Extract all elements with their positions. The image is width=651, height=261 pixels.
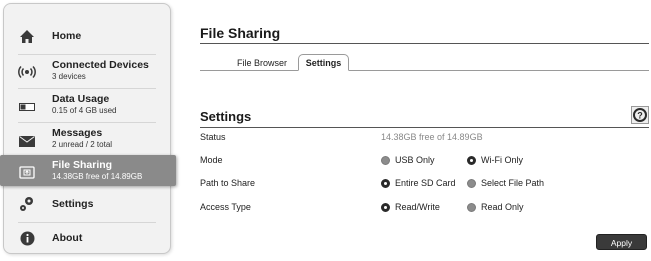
page-title: File Sharing (200, 25, 281, 41)
file-sharing-card-icon (18, 163, 36, 181)
wifi-signal-icon (18, 63, 36, 81)
title-divider (200, 43, 649, 44)
envelope-icon (18, 132, 36, 150)
divider (18, 88, 156, 89)
sidebar-item-settings[interactable]: Settings (4, 190, 170, 218)
tab-settings[interactable]: Settings (298, 54, 349, 71)
radio-label: Select File Path (481, 178, 545, 188)
tab-file-browser[interactable]: File Browser (228, 56, 296, 71)
radio-unselected-icon (381, 155, 390, 165)
radio-selected-icon (381, 178, 390, 188)
mode-wifi-only-radio[interactable]: Wi-Fi Only (467, 155, 523, 165)
sidebar-item-file-sharing[interactable]: File Sharing 14.38GB free of 14.89GB (0, 155, 176, 186)
home-icon (18, 27, 36, 45)
radio-label: Read/Write (395, 202, 440, 212)
sidebar-item-label: File Sharing (52, 159, 113, 171)
radio-label: Wi-Fi Only (481, 155, 523, 165)
sidebar-item-about[interactable]: About (4, 224, 170, 252)
radio-unselected-icon (467, 202, 476, 212)
radio-label: Entire SD Card (395, 178, 456, 188)
sidebar-item-sublabel: 2 unread / 2 total (52, 140, 113, 149)
sidebar-item-sublabel: 14.38GB free of 14.89GB (52, 172, 143, 181)
sidebar-item-data-usage[interactable]: Data Usage 0.15 of 4 GB used (4, 90, 170, 120)
section-title: Settings (200, 109, 252, 124)
sidebar-item-label: Data Usage (52, 93, 110, 105)
help-icon[interactable]: ? (631, 106, 649, 124)
radio-label: Read Only (481, 202, 524, 212)
sidebar-item-label: Settings (52, 198, 94, 210)
status-value: 14.38GB free of 14.89GB (381, 132, 483, 142)
access-read-only-radio[interactable]: Read Only (467, 202, 524, 212)
gear-icon (18, 195, 36, 213)
radio-unselected-icon (467, 178, 476, 188)
divider (18, 122, 156, 123)
status-label: Status (200, 132, 226, 142)
help-icon-glyph: ? (637, 111, 643, 121)
mode-label: Mode (200, 155, 223, 165)
mode-usb-only-radio[interactable]: USB Only (381, 155, 435, 165)
path-entire-sd-card-radio[interactable]: Entire SD Card (381, 178, 456, 188)
radio-label: USB Only (395, 155, 435, 165)
section-divider (200, 127, 649, 128)
sidebar-item-sublabel: 0.15 of 4 GB used (52, 106, 117, 115)
divider (18, 54, 156, 55)
sidebar-item-label: Home (52, 30, 82, 42)
sidebar-item-home[interactable]: Home (4, 22, 170, 50)
data-usage-bar-icon (18, 98, 36, 116)
path-to-share-label: Path to Share (200, 178, 256, 188)
sidebar-item-label: About (52, 232, 83, 244)
sidebar-item-label: Messages (52, 127, 103, 139)
info-icon (18, 229, 36, 247)
sidebar-item-messages[interactable]: Messages 2 unread / 2 total (4, 124, 170, 154)
sidebar-item-connected-devices[interactable]: Connected Devices 3 devices (4, 56, 170, 86)
access-type-label: Access Type (200, 202, 251, 212)
divider (18, 222, 156, 223)
radio-selected-icon (381, 202, 390, 212)
sidebar-nav: Home Connected Devices 3 devices Data Us… (0, 3, 176, 254)
radio-selected-icon (467, 155, 476, 165)
sidebar-item-label: Connected Devices (52, 59, 149, 71)
access-read-write-radio[interactable]: Read/Write (381, 202, 440, 212)
main-panel: File Sharing File Browser Settings Setti… (186, 0, 651, 261)
apply-button[interactable]: Apply (596, 234, 647, 250)
path-select-file-path-radio[interactable]: Select File Path (467, 178, 544, 188)
sidebar-item-sublabel: 3 devices (52, 72, 86, 81)
